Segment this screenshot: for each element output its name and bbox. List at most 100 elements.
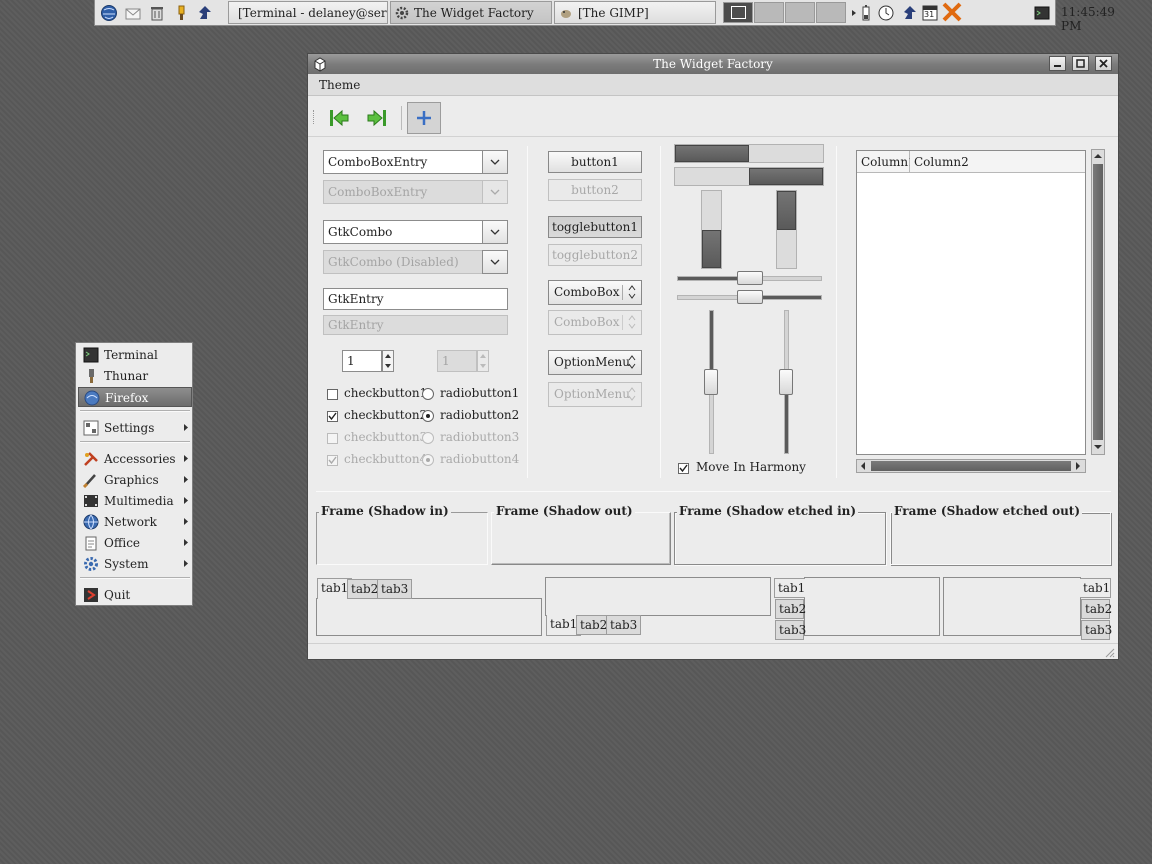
checkbutton2-box[interactable] — [327, 411, 338, 422]
browser-launcher-icon[interactable] — [99, 3, 119, 23]
gtkcombo-input[interactable]: GtkCombo — [323, 220, 483, 244]
horizontal-separator — [316, 491, 1111, 492]
column1-header[interactable]: Column1 — [857, 151, 916, 173]
terminal-tray-icon[interactable] — [1033, 4, 1051, 22]
paint-launcher-icon[interactable] — [171, 3, 191, 23]
battery-icon[interactable] — [860, 4, 872, 22]
move-in-harmony-checkbox[interactable] — [678, 463, 689, 474]
menu-item-terminal[interactable]: Terminal — [78, 345, 192, 365]
button1[interactable]: button1 — [548, 151, 642, 173]
notebook-left-tab2[interactable]: tab2 — [775, 599, 806, 619]
clock-label[interactable]: 11:45:49 PM — [1061, 5, 1115, 33]
add-button[interactable] — [407, 102, 441, 134]
go-last-button[interactable] — [360, 102, 394, 134]
workspace-3[interactable] — [785, 2, 815, 23]
notebook-left-tab1[interactable]: tab1 — [774, 578, 805, 598]
notebook-bottom-tab3[interactable]: tab3 — [606, 615, 642, 635]
task-widget-factory[interactable]: The Widget Factory — [390, 1, 552, 24]
menu-item-graphics[interactable]: Graphics — [78, 470, 192, 490]
combobox-disabled: ComboBox — [548, 310, 642, 335]
workspace-2[interactable] — [754, 2, 784, 23]
checkbutton1-label[interactable]: checkbutton1 — [344, 386, 427, 400]
frame-shadow-in — [316, 512, 488, 565]
titlebar[interactable]: The Widget Factory — [308, 54, 1118, 74]
hscale-2-knob[interactable] — [736, 290, 763, 304]
scroll-up-icon[interactable] — [1094, 153, 1102, 159]
updown-arrow-icon — [628, 285, 636, 299]
clock-tray-icon[interactable] — [877, 4, 895, 22]
vertical-scrollbar[interactable] — [1091, 149, 1105, 455]
workspace-1[interactable] — [723, 2, 753, 23]
radiobutton2-label[interactable]: radiobutton2 — [440, 408, 519, 422]
scroll-right-icon[interactable] — [1075, 462, 1081, 470]
gtkcombo-dropdown[interactable] — [482, 220, 508, 244]
workspace-4[interactable] — [816, 2, 846, 23]
xfce-icon[interactable] — [941, 2, 963, 22]
toolbar-grip[interactable] — [313, 110, 316, 124]
optionmenu[interactable]: OptionMenu — [548, 350, 642, 375]
combobox[interactable]: ComboBox — [548, 280, 642, 305]
comboboxentry-dropdown[interactable] — [482, 150, 508, 174]
menu-item-settings[interactable]: Settings — [78, 418, 192, 438]
scroll-left-icon[interactable] — [860, 462, 866, 470]
menu-item-firefox[interactable]: Firefox — [78, 387, 192, 407]
minimize-button[interactable] — [1049, 56, 1066, 71]
close-button[interactable] — [1095, 56, 1112, 71]
toolbar-separator — [401, 106, 402, 130]
top-panel: [Terminal - delaney@sere... The Widget F… — [94, 0, 1115, 33]
move-in-harmony-label[interactable]: Move In Harmony — [696, 460, 806, 474]
update-tray-icon[interactable] — [901, 4, 919, 22]
menu-theme[interactable]: Theme — [319, 78, 360, 92]
chevron-down-icon — [490, 159, 500, 165]
gtkentry-input[interactable]: GtkEntry — [323, 288, 508, 310]
vertical-scrollbar-thumb[interactable] — [1093, 164, 1103, 440]
comboboxentry-input[interactable]: ComboBoxEntry — [323, 150, 483, 174]
spinbutton-arrows[interactable] — [382, 350, 394, 372]
resize-grip-icon[interactable] — [1103, 646, 1115, 658]
notebook-right-tab3[interactable]: tab3 — [1081, 620, 1112, 640]
vscale-1-knob[interactable] — [704, 369, 718, 395]
menu-item-thunar[interactable]: Thunar — [78, 366, 192, 386]
menu-item-system[interactable]: System — [78, 554, 192, 574]
checkmark-icon — [328, 456, 337, 465]
checkmark-icon — [679, 464, 688, 473]
thunar-icon — [89, 369, 94, 383]
go-first-button[interactable] — [322, 102, 356, 134]
notebook-left-tab3[interactable]: tab3 — [775, 620, 806, 640]
spinbutton-input[interactable]: 1 — [342, 350, 382, 372]
scroll-down-icon[interactable] — [1094, 444, 1102, 450]
task-gimp[interactable]: [The GIMP] — [554, 1, 716, 24]
app-launcher-icon[interactable] — [195, 3, 215, 23]
hscale-1-knob[interactable] — [736, 271, 763, 285]
checkbutton2-label[interactable]: checkbutton2 — [344, 408, 427, 422]
checkmark-icon — [328, 412, 337, 421]
notebook-right-tab2[interactable]: tab2 — [1081, 599, 1112, 619]
radiobutton1-label[interactable]: radiobutton1 — [440, 386, 519, 400]
vscale-2-knob[interactable] — [779, 369, 793, 395]
application-menu: Terminal Thunar Firefox Settings Accesso… — [75, 342, 193, 606]
menu-item-multimedia[interactable]: Multimedia — [78, 491, 192, 511]
trash-launcher-icon[interactable] — [147, 3, 167, 23]
menu-item-network[interactable]: Network — [78, 512, 192, 532]
notebook-bottom-pane — [545, 577, 771, 616]
frame-shadow-etched-out — [890, 512, 1111, 565]
togglebutton1[interactable]: togglebutton1 — [548, 216, 642, 238]
horizontal-scrollbar[interactable] — [856, 459, 1086, 473]
maximize-button[interactable] — [1072, 56, 1089, 71]
notebook-top-tab3[interactable]: tab3 — [377, 579, 413, 599]
mail-launcher-icon[interactable] — [123, 3, 143, 23]
radiobutton1-circle[interactable] — [422, 388, 434, 400]
gtkentry-disabled-input: GtkEntry — [323, 315, 508, 335]
tray-arrow-icon[interactable] — [849, 4, 859, 22]
radiobutton2-circle[interactable] — [422, 410, 434, 422]
calendar-icon[interactable]: 31 — [921, 4, 939, 22]
task-terminal[interactable]: [Terminal - delaney@sere... — [228, 1, 388, 24]
checkbutton1-box[interactable] — [327, 389, 338, 400]
menu-item-quit[interactable]: Quit — [78, 585, 192, 605]
column2-header[interactable]: Column2 — [910, 151, 1085, 173]
notebook-right-tab1[interactable]: tab1 — [1080, 578, 1111, 598]
menu-item-office[interactable]: Office — [78, 533, 192, 553]
menu-item-accessories[interactable]: Accessories — [78, 449, 192, 469]
horizontal-scrollbar-thumb[interactable] — [871, 461, 1071, 471]
tree-view[interactable]: Column1 Column2 — [856, 150, 1086, 455]
